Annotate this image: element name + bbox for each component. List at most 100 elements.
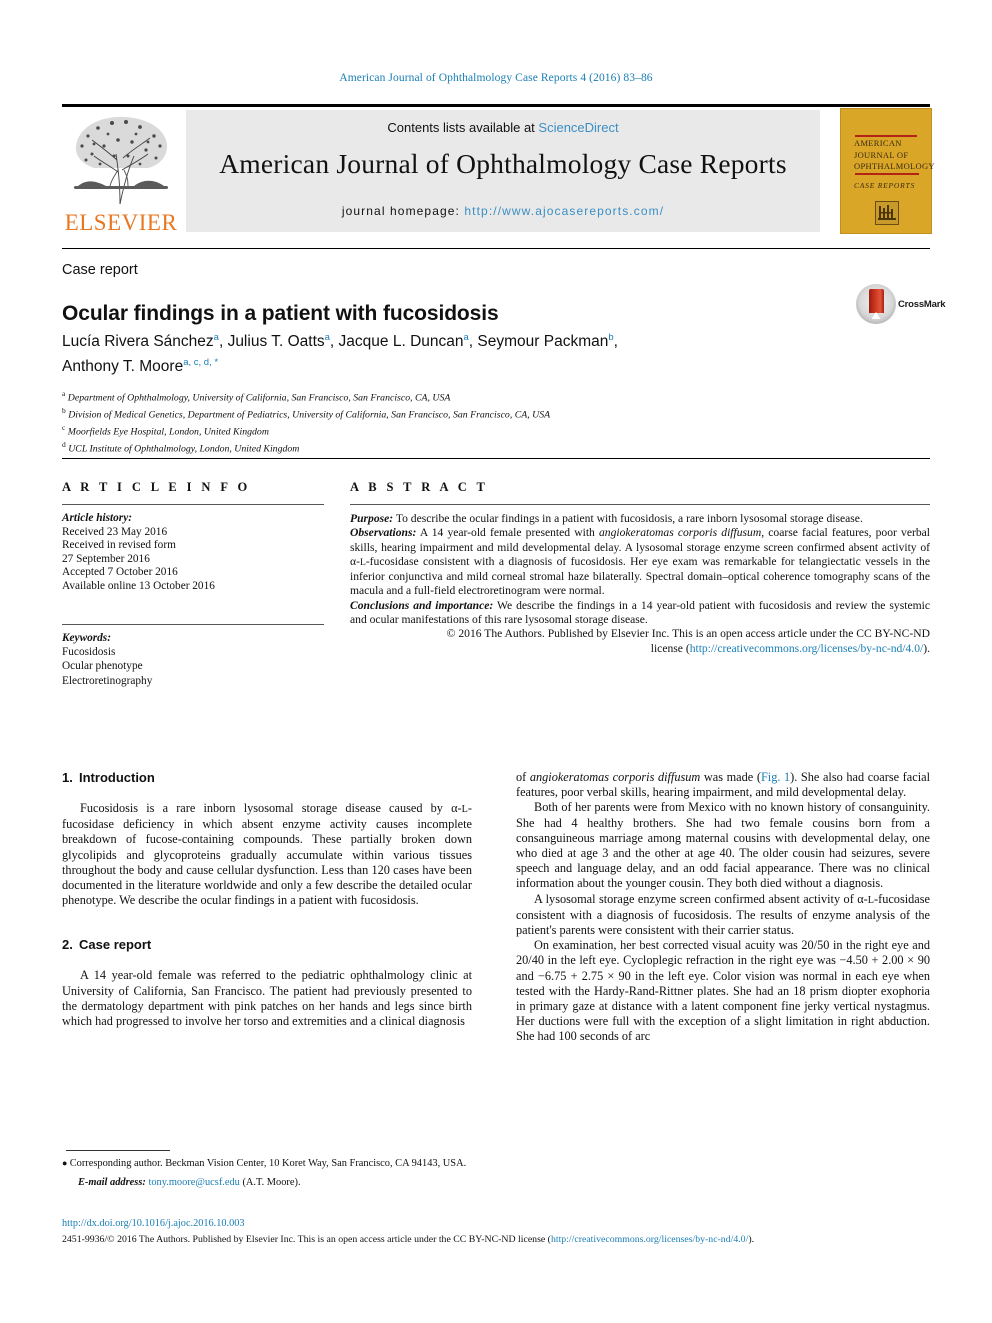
affiliation-item: d UCL Institute of Ophthalmology, London… — [62, 439, 862, 456]
p1-pre: of — [516, 770, 530, 784]
cover-line-2: JOURNAL OF — [854, 150, 909, 160]
affiliation-text: Department of Ophthalmology, University … — [67, 392, 451, 404]
paragraph-case-1: A 14 year-old female was referred to the… — [62, 968, 472, 1029]
section-title: Case report — [79, 937, 152, 953]
affiliation-mark: a — [62, 389, 66, 398]
author-list: Lucía Rivera Sáncheza, Julius T. Oattsa,… — [62, 327, 802, 377]
cover-line-4: CASE REPORTS — [854, 181, 916, 190]
crossmark-icon — [856, 284, 896, 324]
affiliation-text: Division of Medical Genetics, Department… — [68, 409, 551, 421]
elsevier-wordmark: ELSEVIER — [64, 210, 178, 235]
article-type-label: Case report — [62, 262, 138, 278]
section-heading-introduction: 1. Introduction — [62, 770, 472, 785]
copyright-line-1: © 2016 The Authors. Published by Elsevie… — [446, 627, 930, 641]
abstract-purpose-label: Purpose: — [350, 512, 394, 525]
crossmark-book-icon — [868, 289, 884, 313]
abstract-heading: A B S T R A C T — [350, 480, 489, 494]
section-number: 1. — [62, 770, 73, 785]
corresponding-author-note: ● Corresponding author. Beckman Vision C… — [62, 1157, 472, 1170]
masthead-panel: Contents lists available at ScienceDirec… — [186, 110, 820, 232]
copyright-line-2-post: ). — [923, 641, 930, 655]
paragraph-right-4: On examination, her best corrected visua… — [516, 938, 930, 1044]
article-info-divider — [62, 504, 324, 505]
cover-emblem-art — [876, 202, 898, 224]
history-item: 27 September 2016 — [62, 552, 150, 565]
page-title: Ocular findings in a patient with fucosi… — [62, 302, 499, 326]
abstract-conclusions-label: Conclusions and importance: — [350, 598, 494, 612]
article-info-column: A R T I C L E I N F O Article history: R… — [62, 480, 324, 688]
paragraph-intro: Fucosidosis is a rare inborn lysosomal s… — [62, 801, 472, 908]
article-info-heading: A R T I C L E I N F O — [62, 480, 251, 494]
history-item: Received in revised form — [62, 539, 176, 552]
abstract-column: A B S T R A C T Purpose: To describe the… — [350, 480, 930, 656]
paragraph-right-2: Both of her parents were from Mexico wit… — [516, 800, 930, 891]
author-sep: , — [218, 333, 228, 351]
cover-rule-top — [855, 135, 917, 137]
abstract-divider — [350, 504, 930, 505]
affiliation-list: a Department of Ophthalmology, Universit… — [62, 388, 862, 456]
homepage-line: journal homepage: http://www.ajocaserepo… — [186, 204, 820, 218]
asterisk-icon: ● — [62, 1158, 70, 1168]
legal-license-link[interactable]: http://creativecommons.org/licenses/by-n… — [551, 1234, 748, 1245]
masthead-top-rule — [62, 104, 930, 107]
author-affil-marks[interactable]: a, c, d, * — [183, 357, 218, 368]
section-number: 2. — [62, 937, 73, 953]
author-name: Lucía Rivera Sánchez — [62, 333, 214, 351]
abstract-observations-label: Observations: — [350, 526, 417, 540]
journal-masthead: ELSEVIER Contents lists available at Sci… — [62, 104, 935, 235]
article-history: Article history: Received 23 May 2016 Re… — [62, 512, 324, 594]
abstract-observations-c: -fucosidase consistent with a diagnosis … — [350, 554, 930, 598]
legal-line: 2451-9936/© 2016 The Authors. Published … — [62, 1234, 942, 1245]
abstract-section-rule — [62, 458, 930, 459]
affiliation-item: c Moorfields Eye Hospital, London, Unite… — [62, 422, 862, 439]
abstract-copyright: © 2016 The Authors. Published by Elsevie… — [350, 627, 930, 656]
email-link[interactable]: tony.moore@ucsf.edu — [148, 1177, 239, 1188]
elsevier-tree-icon — [74, 116, 168, 205]
keywords-block: Keywords: Fucosidosis Ocular phenotype E… — [62, 631, 324, 689]
sciencedirect-link[interactable]: ScienceDirect — [538, 120, 618, 135]
article-head-rule — [62, 248, 930, 249]
paper-page: American Journal of Ophthalmology Case R… — [0, 0, 992, 1323]
crossmark-label: CrossMark — [898, 299, 946, 310]
section-title: Introduction — [79, 770, 155, 785]
figure-1-link[interactable]: Fig. 1 — [761, 770, 790, 784]
author-sep: , — [329, 333, 339, 351]
abstract-purpose: Purpose: To describe the ocular findings… — [350, 512, 930, 526]
affiliation-mark: c — [62, 423, 66, 433]
keyword-item: Fucosidosis — [62, 645, 116, 658]
author-name: Seymour Packman — [477, 333, 609, 351]
article-history-label: Article history: — [62, 512, 132, 524]
paragraph-right-3: A lysosomal storage enzyme screen confir… — [516, 891, 930, 938]
cover-emblem-icon — [875, 201, 899, 225]
abstract-observations: Observations: A 14 year-old female prese… — [350, 526, 930, 598]
affiliation-mark: b — [62, 406, 66, 416]
doi-link[interactable]: http://dx.doi.org/10.1016/j.ajoc.2016.10… — [62, 1218, 245, 1229]
crossmark-badge[interactable]: CrossMark — [856, 283, 946, 327]
email-note: E-mail address: tony.moore@ucsf.edu (A.T… — [62, 1176, 472, 1189]
running-head: American Journal of Ophthalmology Case R… — [339, 72, 653, 84]
email-suffix: (A.T. Moore). — [239, 1177, 301, 1189]
abstract-conclusions: Conclusions and importance: We describe … — [350, 599, 930, 628]
homepage-label: journal homepage: — [341, 204, 460, 218]
affiliation-mark: d — [62, 440, 66, 450]
abstract-observations-a: A 14 year-old female presented with — [416, 526, 599, 540]
cover-rule-bottom — [855, 173, 919, 175]
homepage-url-link[interactable]: http://www.ajocasereports.com/ — [464, 204, 664, 218]
elsevier-logo: ELSEVIER — [62, 110, 180, 235]
email-label: E-mail address: — [78, 1177, 146, 1189]
keyword-item: Electroretinography — [62, 674, 153, 687]
copyright-line-2-pre: license ( — [650, 641, 690, 655]
journal-title: American Journal of Ophthalmology Case R… — [219, 148, 787, 179]
affiliation-text: UCL Institute of Ophthalmology, London, … — [68, 443, 300, 455]
corresponding-author-text: Corresponding author. Beckman Vision Cen… — [69, 1158, 467, 1169]
footnote-rule — [66, 1150, 170, 1151]
p1-mid: was made ( — [700, 770, 761, 784]
history-item: Accepted 7 October 2016 — [62, 566, 178, 579]
keyword-item: Ocular phenotype — [62, 660, 143, 673]
cover-line-1: AMERICAN — [854, 138, 902, 148]
author-name: Julius T. Oatts — [227, 333, 325, 351]
keywords-label: Keywords: — [62, 631, 111, 644]
abstract-purpose-text: To describe the ocular findings in a pat… — [393, 512, 863, 525]
copyright-license-link[interactable]: http://creativecommons.org/licenses/by-n… — [690, 642, 924, 655]
